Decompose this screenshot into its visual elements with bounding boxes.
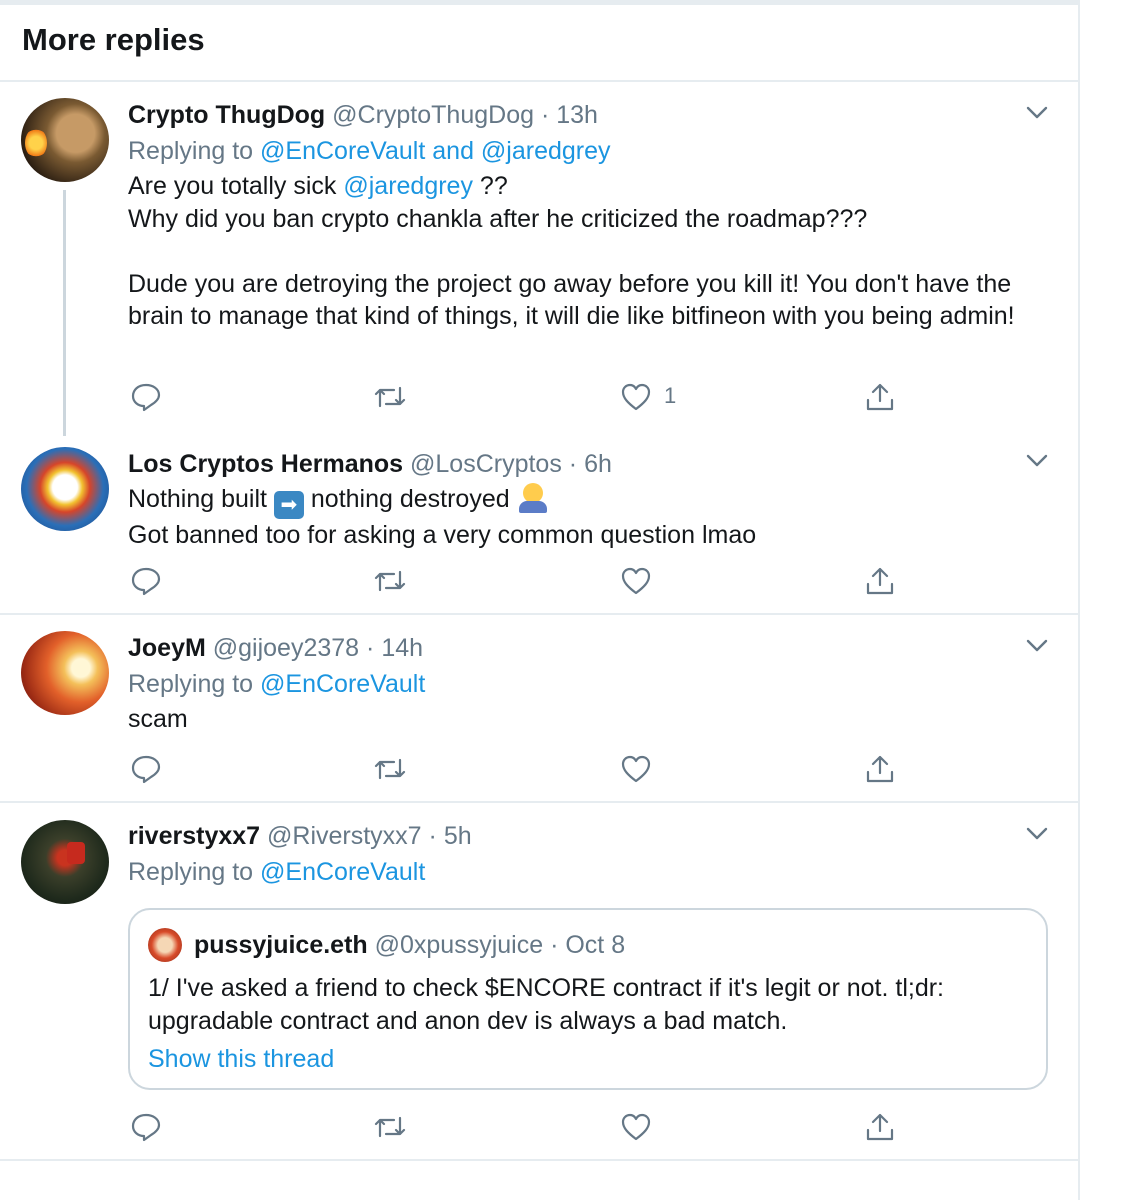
quoted-text: 1/ I've asked a friend to check $ENCORE … [148, 974, 944, 1035]
retweet-icon [374, 1116, 406, 1138]
display-name[interactable]: riverstyxx7 [128, 822, 260, 850]
divider [0, 1159, 1078, 1161]
tweet-header: Crypto ThugDog @CryptoThugDog · 13h [128, 100, 598, 130]
retweet-icon [374, 570, 406, 592]
reply-icon [131, 383, 161, 412]
text-span: nothing destroyed [303, 485, 517, 513]
top-divider [0, 0, 1078, 5]
handle[interactable]: @Riverstyxx7 [267, 822, 422, 850]
tweet-header: riverstyxx7 @Riverstyxx7 · 5h [128, 821, 472, 851]
share-icon [866, 383, 894, 411]
timestamp[interactable]: 14h [381, 634, 423, 662]
avatar[interactable] [21, 447, 109, 531]
like-icon [621, 567, 651, 595]
like-count: 1 [664, 383, 677, 408]
separator: · [561, 450, 585, 478]
quoted-tweet-card[interactable]: pussyjuice.eth @0xpussyjuice · Oct 8 1/ … [128, 908, 1048, 1090]
text-span: ?? [472, 172, 508, 200]
right-arrow-emoji-icon: ➡ [273, 491, 304, 519]
tweet-line: Why did you ban crypto chankla after he … [128, 204, 868, 233]
replying-to: Replying to @EnCoreVault [128, 857, 425, 887]
quoted-date: Oct 8 [565, 931, 626, 959]
reply-icon [131, 1113, 161, 1142]
divider [0, 801, 1078, 803]
share-icon [866, 755, 894, 783]
timestamp[interactable]: 13h [556, 101, 598, 129]
handle[interactable]: @LosCryptos [410, 450, 562, 478]
tweet-actions [128, 564, 1028, 598]
replying-prefix: Replying to [128, 858, 261, 886]
separator: · [421, 822, 444, 850]
divider [0, 613, 1078, 615]
reply-icon [131, 567, 161, 596]
chevron-down-icon[interactable] [1026, 639, 1048, 653]
separator: · [534, 101, 557, 129]
chevron-down-icon[interactable] [1026, 454, 1048, 468]
section-title: More replies [22, 22, 205, 57]
tweet-line: scam [128, 705, 188, 733]
quoted-display-name: pussyjuice.eth [194, 931, 368, 959]
like-icon [621, 383, 651, 411]
divider [0, 80, 1078, 82]
tweet-text: scam [128, 703, 1048, 736]
chevron-down-icon[interactable] [1026, 106, 1048, 120]
avatar[interactable] [21, 631, 109, 715]
tweet-actions: 1 [128, 380, 1028, 414]
display-name[interactable]: Los Cryptos Hermanos [128, 450, 403, 478]
mention-link[interactable]: @EnCoreVault [260, 858, 425, 886]
tweet-line: Got banned too for asking a very common … [128, 521, 757, 549]
share-icon [866, 567, 894, 595]
mention-link[interactable]: @jaredgrey [481, 137, 611, 165]
quoted-handle: @0xpussyjuice [374, 931, 544, 959]
quoted-header: pussyjuice.eth @0xpussyjuice · Oct 8 [194, 930, 625, 960]
share-icon [866, 1113, 894, 1141]
replying-to: Replying to @EnCoreVault and @jaredgrey [128, 136, 611, 166]
tweet-text: Nothing built ➡ nothing destroyed Got ba… [128, 483, 1048, 552]
replying-prefix: Replying to [128, 670, 261, 698]
separator: · [359, 634, 382, 662]
replying-prefix: Replying to [128, 137, 261, 165]
like-icon [621, 1113, 651, 1141]
timestamp[interactable]: 5h [444, 822, 472, 850]
tweet-header: JoeyM @gijoey2378 · 14h [128, 633, 423, 663]
tweet-text: Are you totally sick @jaredgrey ?? Why d… [128, 170, 1048, 333]
mention-link[interactable]: @jaredgrey [343, 172, 473, 200]
handle[interactable]: @CryptoThugDog [332, 101, 534, 129]
thread-connector [63, 190, 66, 436]
person-shrugging-emoji-icon [517, 483, 549, 513]
replying-to: Replying to @EnCoreVault [128, 669, 425, 699]
handle[interactable]: @gijoey2378 [213, 634, 359, 662]
show-thread-link[interactable]: Show this thread [148, 1044, 334, 1074]
text-span: Nothing built [128, 485, 274, 513]
tweet-actions [128, 1110, 1028, 1144]
quoted-avatar [148, 928, 182, 962]
tweet-line: Nothing built ➡ nothing destroyed [128, 483, 1048, 519]
timestamp[interactable]: 6h [584, 450, 612, 478]
display-name[interactable]: JoeyM [128, 634, 206, 662]
text-span: Are you totally sick [128, 172, 344, 200]
display-name[interactable]: Crypto ThugDog [128, 101, 325, 129]
tweet-header: Los Cryptos Hermanos @LosCryptos · 6h [128, 449, 612, 479]
retweet-icon [374, 386, 406, 408]
mention-link[interactable]: @EnCoreVault [260, 137, 425, 165]
replying-and: and [425, 137, 481, 165]
tweet-line: Dude you are detroying the project go aw… [128, 269, 1015, 331]
separator: · [543, 931, 566, 959]
retweet-icon [374, 758, 406, 780]
like-icon [621, 755, 651, 783]
tweet-actions [128, 752, 1028, 786]
tweet-line: Are you totally sick @jaredgrey ?? [128, 170, 1048, 203]
avatar[interactable] [21, 820, 109, 904]
reply-icon [131, 755, 161, 784]
avatar[interactable] [21, 98, 109, 182]
replies-column: More replies Crypto ThugDog @CryptoThugD… [0, 0, 1080, 1200]
chevron-down-icon[interactable] [1026, 827, 1048, 841]
mention-link[interactable]: @EnCoreVault [260, 670, 425, 698]
